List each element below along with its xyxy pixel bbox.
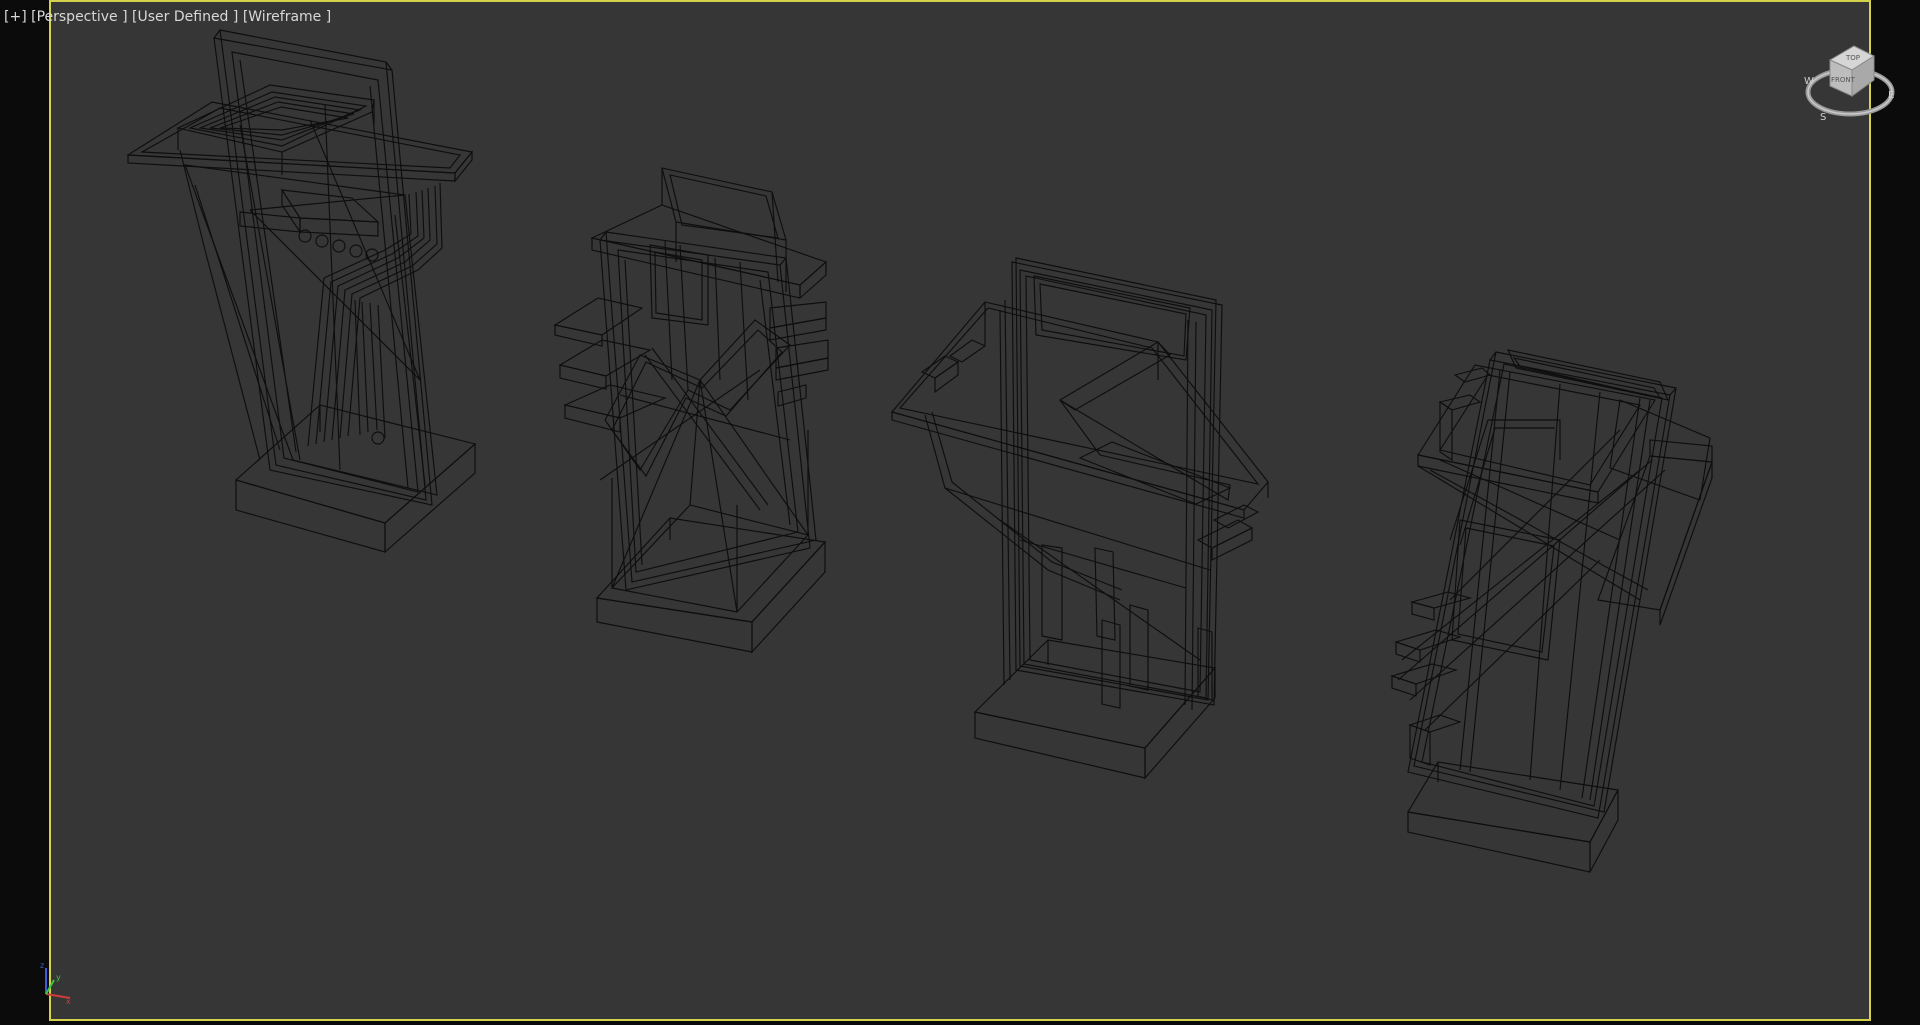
podium-4[interactable] xyxy=(1390,349,1713,873)
axis-x-label: x xyxy=(66,997,71,1004)
viewcube-compass-s: S xyxy=(1820,112,1826,123)
axis-y-label: y xyxy=(56,973,61,982)
viewport-shading-profile-label[interactable]: [User Defined ] xyxy=(132,9,238,25)
podium-1[interactable] xyxy=(126,29,477,554)
viewcube-compass-e: E xyxy=(1888,90,1894,101)
wireframe-scene[interactable] xyxy=(0,0,1920,1025)
viewcube-front-label: FRONT xyxy=(1831,76,1856,84)
viewcube-top-label: TOP xyxy=(1845,54,1860,62)
viewport-menu-button[interactable]: [+] xyxy=(4,9,27,25)
podium-3[interactable] xyxy=(890,257,1269,780)
viewport-label-bar: [+] [Perspective ] [User Defined ] [Wire… xyxy=(4,9,331,25)
viewcube[interactable]: TOP FRONT W S E xyxy=(1802,40,1898,124)
viewport-view-label[interactable]: [Perspective ] xyxy=(31,9,127,25)
axis-y-line xyxy=(45,979,55,995)
axis-z-label: z xyxy=(40,961,44,970)
viewcube-compass-w: W xyxy=(1804,76,1814,87)
app-window: [+] [Perspective ] [User Defined ] [Wire… xyxy=(0,0,1920,1025)
viewport-render-mode-label[interactable]: [Wireframe ] xyxy=(243,9,331,25)
axis-tripod-icon: z y x xyxy=(40,961,71,1004)
podium-2[interactable] xyxy=(553,167,829,654)
